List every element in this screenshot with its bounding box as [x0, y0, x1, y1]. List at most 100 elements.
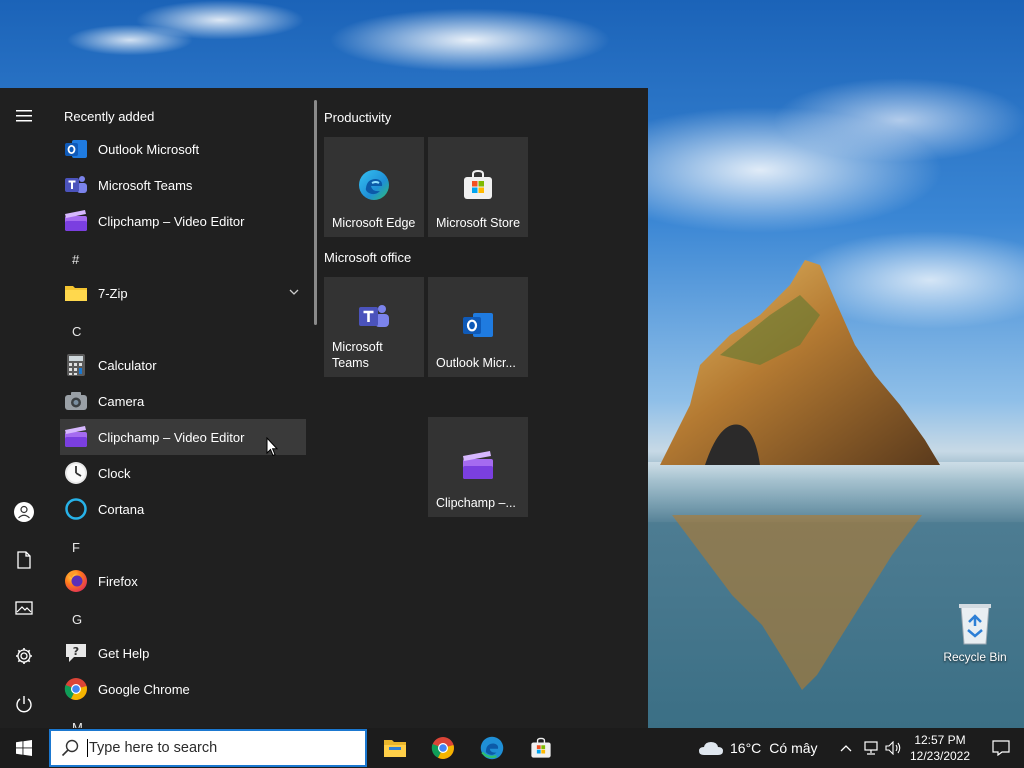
clipchamp-icon: [64, 209, 88, 233]
clipchamp-icon: [463, 451, 493, 479]
tile-label: Outlook Micr...: [436, 356, 516, 370]
app-item-camera[interactable]: Camera: [60, 383, 306, 419]
camera-icon: [64, 389, 88, 413]
tile-microsoft-teams[interactable]: Microsoft Teams: [324, 277, 424, 377]
search-box[interactable]: Type here to search: [49, 729, 367, 767]
settings-icon: [16, 648, 32, 664]
tile-label: Microsoft Store: [436, 216, 521, 230]
folder-icon: [64, 281, 88, 305]
hamburger-icon: [16, 110, 32, 122]
teams-icon: [359, 305, 389, 327]
app-label: Clipchamp – Video Editor: [98, 213, 245, 229]
tiles-area: Productivity Microsoft Edge Microsoft St…: [324, 88, 644, 728]
app-label: Cortana: [98, 501, 145, 517]
section-letter-g[interactable]: G: [72, 612, 82, 627]
tile-group-title[interactable]: Productivity: [324, 110, 391, 125]
cortana-icon: [64, 497, 88, 521]
show-hidden-icons-button[interactable]: [834, 728, 858, 768]
text-caret: [87, 739, 88, 757]
settings-button[interactable]: [0, 636, 48, 676]
app-list-scrollbar[interactable]: [314, 100, 317, 325]
tile-clipchamp[interactable]: Clipchamp –...: [428, 417, 528, 517]
windows-logo-icon: [16, 740, 32, 756]
clock-icon: [64, 461, 88, 485]
power-icon: [16, 696, 32, 713]
edge-icon: [359, 170, 389, 200]
weather-widget[interactable]: 16°C Có mây: [698, 728, 818, 768]
start-button[interactable]: [0, 728, 48, 768]
taskbar-chrome[interactable]: [419, 728, 467, 768]
app-item-calculator[interactable]: Calculator: [60, 347, 306, 383]
volume-button[interactable]: [882, 728, 906, 768]
user-icon: [14, 502, 34, 522]
recycle-bin-icon: [959, 604, 991, 645]
app-label: Clock: [98, 465, 131, 481]
action-center-button[interactable]: [978, 728, 1024, 768]
wallpaper-rock: [660, 260, 940, 465]
tile-microsoft-edge[interactable]: Microsoft Edge: [324, 137, 424, 237]
notification-icon: [992, 740, 1010, 756]
tile-label: Microsoft Edge: [332, 216, 416, 230]
clock-time: 12:57 PM: [914, 733, 966, 747]
taskbar-store[interactable]: [517, 728, 565, 768]
chevron-up-icon: [840, 745, 852, 752]
section-letter-hash[interactable]: #: [72, 252, 79, 267]
app-label: Clipchamp – Video Editor: [98, 429, 245, 445]
app-item-clock[interactable]: Clock: [60, 455, 306, 491]
tile-label: Clipchamp –...: [436, 496, 516, 510]
app-item-outlook[interactable]: Outlook Microsoft: [60, 131, 306, 167]
pictures-button[interactable]: [0, 588, 48, 628]
cloud-icon: [699, 742, 723, 755]
taskbar-edge[interactable]: [468, 728, 516, 768]
outlook-icon: [463, 313, 493, 337]
network-button[interactable]: [859, 728, 883, 768]
chrome-icon: [64, 677, 88, 701]
taskbar-file-explorer[interactable]: [371, 728, 419, 768]
svg-text:?: ?: [73, 645, 79, 658]
store-icon: [464, 169, 492, 199]
expand-menu-button[interactable]: [0, 96, 48, 136]
tile-microsoft-store[interactable]: Microsoft Store: [428, 137, 528, 237]
search-placeholder: Type here to search: [89, 740, 218, 756]
app-label: 7-Zip: [98, 285, 128, 301]
section-letter-c[interactable]: C: [72, 324, 81, 339]
app-item-7zip[interactable]: 7-Zip: [60, 275, 306, 311]
app-item-cortana[interactable]: Cortana: [60, 491, 306, 527]
clock-date: 12/23/2022: [909, 749, 971, 763]
section-letter-m[interactable]: M: [72, 720, 83, 728]
document-icon: [17, 551, 31, 569]
power-button[interactable]: [0, 684, 48, 724]
store-icon: [531, 737, 551, 758]
app-item-google-chrome[interactable]: Google Chrome: [60, 671, 306, 707]
chevron-down-icon[interactable]: [288, 286, 300, 298]
wallpaper-shore: [648, 462, 1024, 522]
tile-outlook[interactable]: Outlook Micr...: [428, 277, 528, 377]
app-label: Calculator: [98, 357, 157, 373]
app-item-teams[interactable]: Microsoft Teams: [60, 167, 306, 203]
taskbar-clock[interactable]: 12:57 PM 12/23/2022: [906, 732, 974, 764]
user-account-button[interactable]: [0, 492, 48, 532]
app-label: Get Help: [98, 645, 150, 661]
start-rail: [0, 88, 48, 728]
app-label: Camera: [98, 393, 145, 409]
weather-temperature: 16°C: [730, 740, 762, 756]
documents-button[interactable]: [0, 540, 48, 580]
app-label: Outlook Microsoft: [98, 141, 200, 157]
app-item-firefox[interactable]: Firefox: [60, 563, 306, 599]
search-icon: [61, 739, 79, 757]
app-label: Microsoft Teams: [98, 177, 193, 193]
app-label: Firefox: [98, 573, 138, 589]
clipchamp-icon: [64, 425, 88, 449]
recycle-bin[interactable]: Recycle Bin: [938, 600, 1012, 664]
tile-group-title[interactable]: Microsoft office: [324, 250, 411, 265]
recycle-bin-label: Recycle Bin: [943, 650, 1007, 664]
app-item-clipchamp-recent[interactable]: Clipchamp – Video Editor: [60, 203, 306, 239]
taskbar: Type here to search 16°C Có mây 12:57 PM…: [0, 728, 1024, 768]
edge-icon: [480, 736, 504, 760]
app-item-get-help[interactable]: ? Get Help: [60, 635, 306, 671]
app-list: Recently added Outlook Microsoft Microso…: [58, 88, 308, 728]
get-help-icon: ?: [64, 641, 88, 665]
outlook-icon: [64, 137, 88, 161]
pictures-icon: [15, 601, 33, 615]
section-letter-f[interactable]: F: [72, 540, 80, 555]
